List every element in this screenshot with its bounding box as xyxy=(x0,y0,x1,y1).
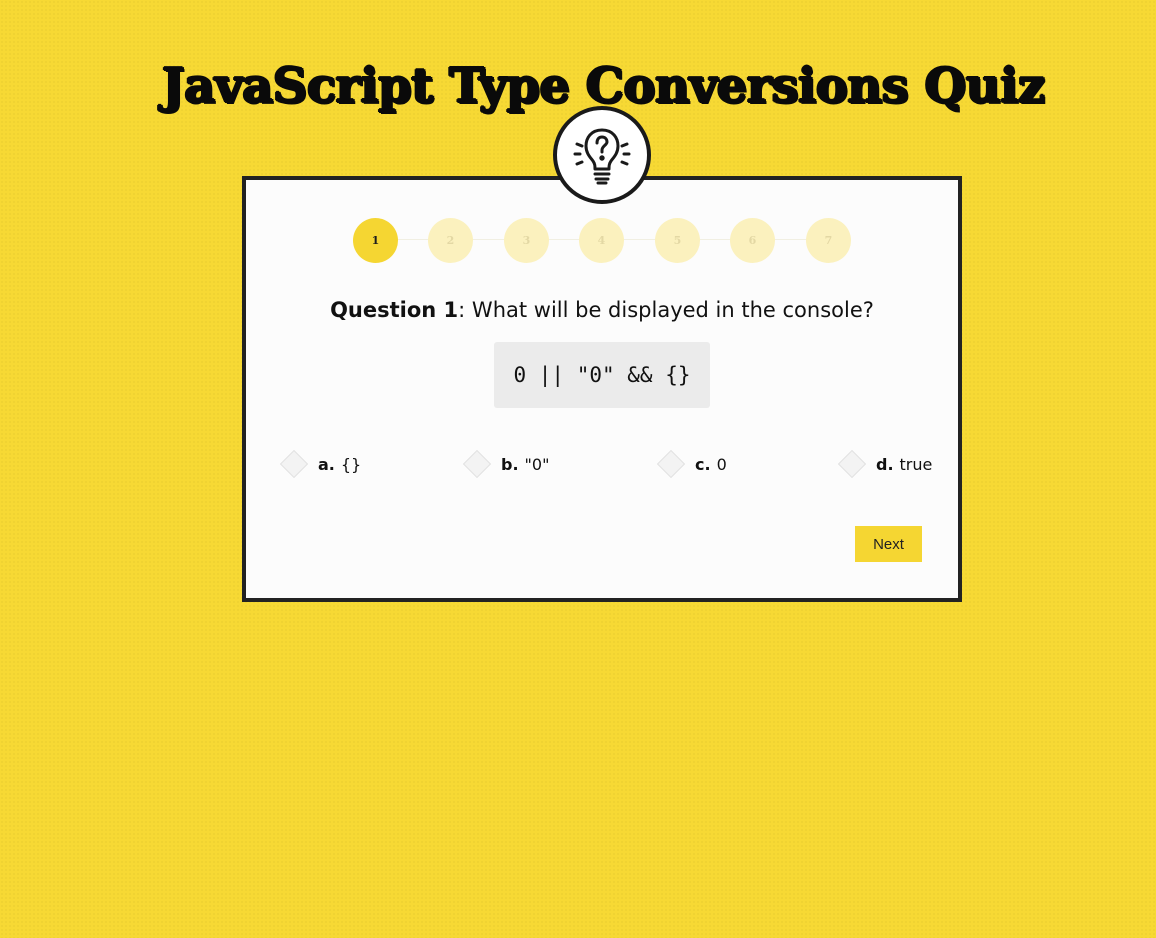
option-d-letter: d. xyxy=(876,454,894,474)
option-a-text: {} xyxy=(340,454,362,474)
option-c-letter: c. xyxy=(695,454,711,474)
step-4[interactable]: 4 xyxy=(579,218,624,263)
option-c-text: 0 xyxy=(716,454,727,474)
step-3[interactable]: 3 xyxy=(504,218,549,263)
question-text: Question 1: What will be displayed in th… xyxy=(246,298,958,322)
option-b[interactable]: b. "0" xyxy=(462,449,550,479)
option-a-letter: a. xyxy=(318,454,335,474)
step-7[interactable]: 7 xyxy=(806,218,851,263)
option-d[interactable]: d. true xyxy=(837,449,933,479)
option-b-letter: b. xyxy=(501,454,519,474)
lightbulb-question-icon xyxy=(553,106,651,204)
step-1[interactable]: 1 xyxy=(353,218,398,263)
option-c-radio[interactable] xyxy=(656,449,686,479)
progress-steps: 1 2 3 4 5 6 7 xyxy=(353,216,853,264)
code-snippet: 0 || "0" && {} xyxy=(494,342,710,408)
page-title: JavaScript Type Conversions Quiz xyxy=(161,58,1045,115)
option-a[interactable]: a. {} xyxy=(279,449,362,479)
option-b-text: "0" xyxy=(524,454,550,474)
option-d-text: true xyxy=(899,454,933,474)
step-5[interactable]: 5 xyxy=(655,218,700,263)
next-button[interactable]: Next xyxy=(855,526,922,562)
option-a-radio[interactable] xyxy=(279,449,309,479)
option-d-radio[interactable] xyxy=(837,449,867,479)
quiz-card: 1 2 3 4 5 6 7 Question 1: What will be d… xyxy=(242,176,962,602)
step-6[interactable]: 6 xyxy=(730,218,775,263)
step-2[interactable]: 2 xyxy=(428,218,473,263)
question-prompt: What will be displayed in the console? xyxy=(465,298,874,322)
option-b-radio[interactable] xyxy=(462,449,492,479)
option-c[interactable]: c. 0 xyxy=(656,449,727,479)
question-number: Question 1 xyxy=(330,298,459,322)
